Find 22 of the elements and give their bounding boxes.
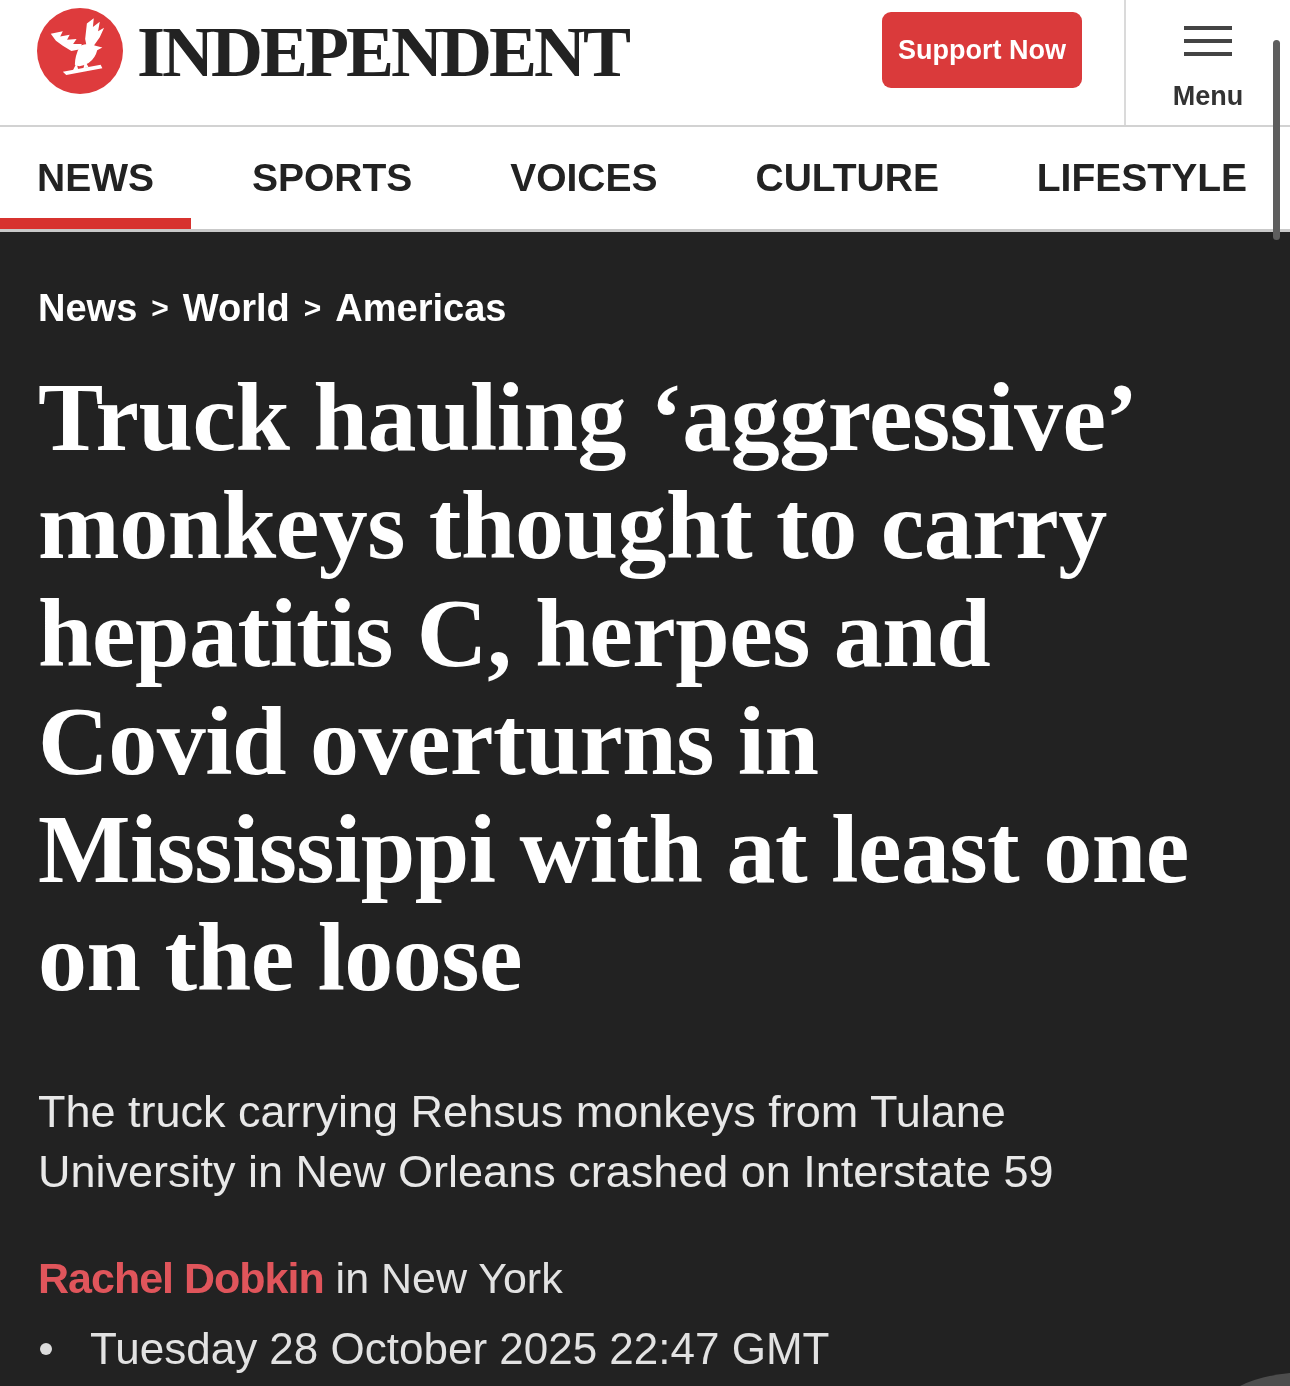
section-tab[interactable]: CULTURE [718,127,976,229]
breadcrumb-separator: > [303,290,322,326]
menu-icon [1184,25,1232,56]
author-link[interactable]: Rachel Dobkin [38,1254,324,1302]
article-standfirst: The truck carrying Rehsus monkeys from Tulane University in New Orleans crashed on Interstate 59 [38,1085,1055,1199]
breadcrumb-separator: > [151,290,169,326]
section-tab[interactable]: LIFESTYLE [999,127,1284,229]
article-headline: Truck hauling ‘aggressive’ monkeys thought to carry hepatitis C, herpes and Covid overturns in Mississippi with at least one on the loose [38,363,1190,1011]
floating-button[interactable] [1240,1370,1290,1386]
bullet-icon [40,1343,52,1355]
support-now-button[interactable]: Support Now [882,12,1082,88]
section-tab[interactable]: VOICES [473,127,695,229]
publish-date: Tuesday 28 October 2025 22:47 GMT [90,1324,830,1374]
breadcrumb-link[interactable]: News [38,284,138,332]
scrollbar-thumb[interactable] [1273,40,1280,240]
byline: Rachel Dobkin in New York [38,1253,564,1304]
section-tab[interactable]: NEWS [0,127,191,229]
breadcrumb-link[interactable]: Americas [335,284,507,332]
section-tab[interactable]: SPORTS [214,127,450,229]
site-wordmark[interactable]: INDEPENDENT [137,16,629,88]
eagle-logo-icon[interactable] [37,8,123,94]
breadcrumb-link[interactable]: World [182,284,290,332]
